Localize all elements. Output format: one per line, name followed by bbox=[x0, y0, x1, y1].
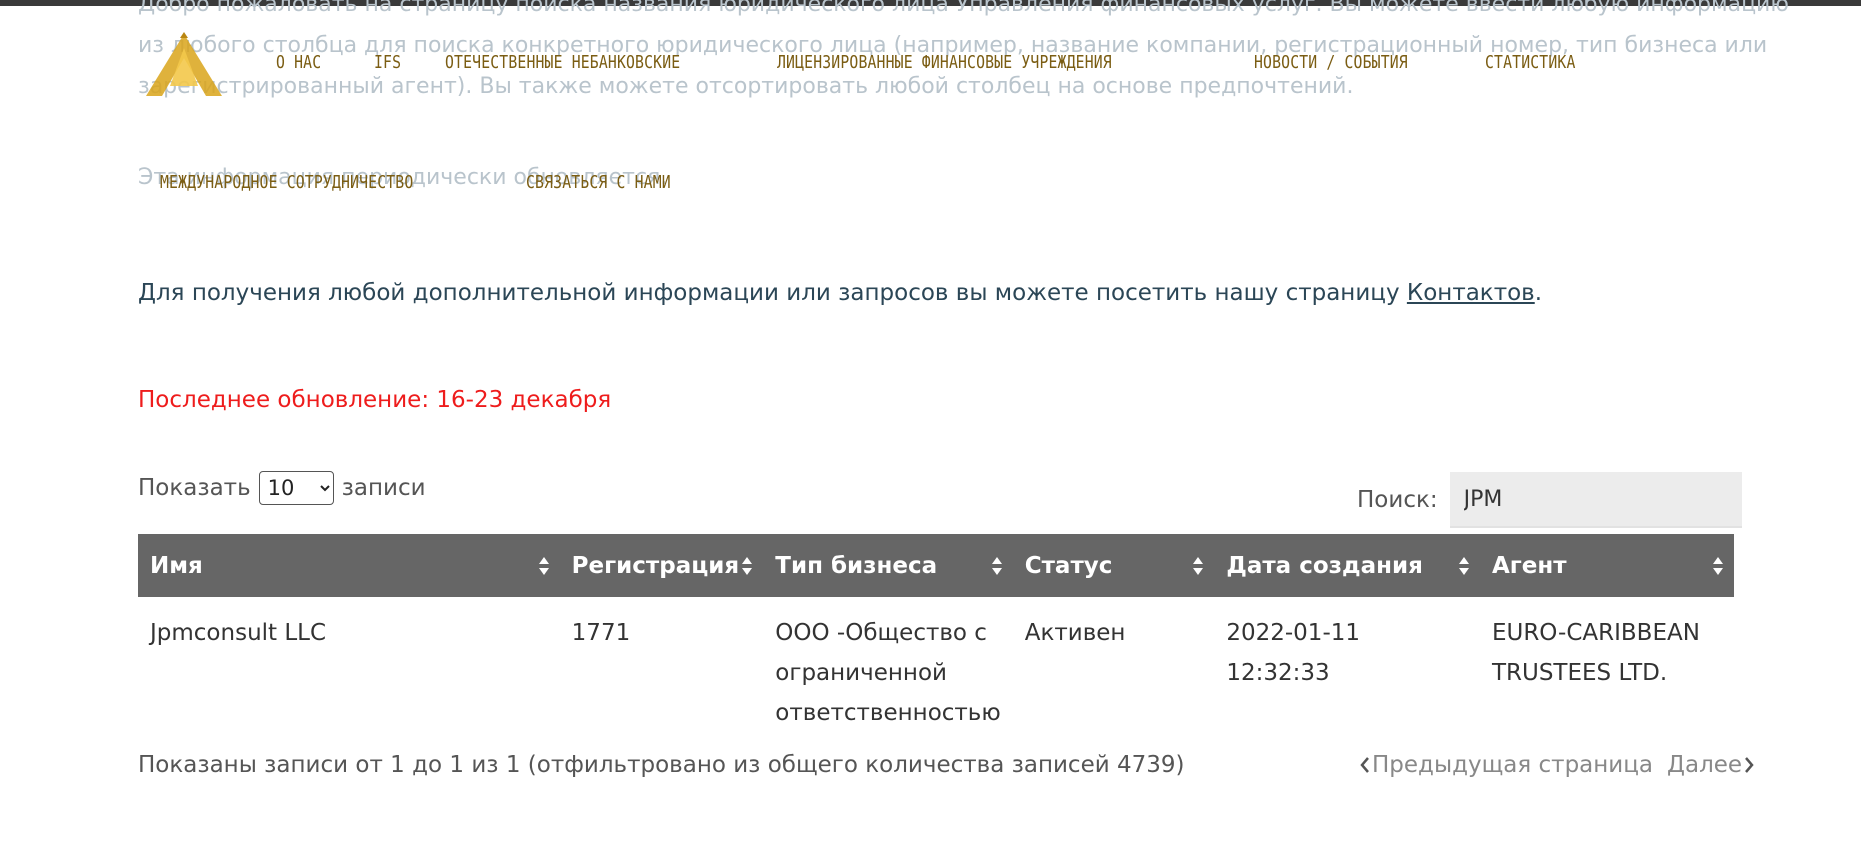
search-control: Поиск: bbox=[1357, 472, 1742, 528]
nav-contact[interactable]: СВЯЗАТЬСЯ С НАМИ bbox=[526, 172, 671, 193]
column-header-agent[interactable]: Агент bbox=[1479, 534, 1734, 597]
previous-page-button[interactable]: Предыдущая страница bbox=[1372, 752, 1653, 778]
nav-statistics[interactable]: СТАТИСТИКА bbox=[1485, 52, 1576, 73]
table-header-row: Имя Регистрация Тип бизнеса Статус Дата … bbox=[138, 534, 1734, 597]
nav-licensed-institutions[interactable]: ЛИЦЕНЗИРОВАННЫЕ ФИНАНСОВЫЕ УЧРЕЖДЕНИЯ bbox=[777, 52, 1112, 73]
cell-registration: 1771 bbox=[571, 620, 631, 646]
search-label: Поиск: bbox=[1357, 487, 1438, 513]
next-page-button[interactable]: Далее bbox=[1667, 752, 1742, 778]
contact-info-line: Для получения любой дополнительной инфор… bbox=[138, 280, 1542, 306]
intro-line-1: Добро пожаловать на страницу поиска назв… bbox=[138, 0, 1789, 17]
contact-info-text: Для получения любой дополнительной инфор… bbox=[138, 280, 1407, 306]
entries-length-control: Показать 10 записи bbox=[138, 471, 426, 505]
column-header-agent-label: Агент bbox=[1491, 552, 1567, 579]
chevron-right-icon bbox=[1745, 757, 1754, 773]
nav-international[interactable]: МЕЖДУНАРОДНОЕ СОТРУДНИЧЕСТВО bbox=[160, 172, 413, 193]
column-header-name-label: Имя bbox=[150, 552, 203, 579]
entries-label: записи bbox=[341, 475, 426, 501]
entities-table: Имя Регистрация Тип бизнеса Статус Дата … bbox=[138, 534, 1734, 733]
pagination: Предыдущая страница Далее bbox=[1358, 752, 1756, 778]
column-header-created[interactable]: Дата создания bbox=[1214, 534, 1480, 597]
column-header-name[interactable]: Имя bbox=[138, 534, 560, 597]
column-header-created-label: Дата создания bbox=[1226, 552, 1423, 579]
cell-business-type: ООО -Общество с ограниченной ответственн… bbox=[775, 620, 1001, 726]
sort-icon bbox=[1458, 556, 1469, 575]
column-header-business-type-label: Тип бизнеса bbox=[775, 552, 938, 579]
nav-ifs[interactable]: IFS bbox=[374, 52, 401, 73]
cell-created: 2022-01-11 12:32:33 bbox=[1226, 620, 1361, 686]
nav-domestic-nonbank[interactable]: ОТЕЧЕСТВЕННЫЕ НЕБАНКОВСКИЕ bbox=[445, 52, 680, 73]
nav-about[interactable]: О НАС bbox=[276, 52, 321, 73]
nav-news-events[interactable]: НОВОСТИ / СОБЫТИЯ bbox=[1254, 52, 1408, 73]
contact-info-end: . bbox=[1534, 280, 1543, 306]
site-logo[interactable] bbox=[140, 30, 228, 100]
cell-status: Активен bbox=[1024, 620, 1126, 646]
chevron-left-icon bbox=[1360, 757, 1369, 773]
cell-name: Jpmconsult LLC bbox=[150, 620, 327, 646]
table-row[interactable]: Jpmconsult LLC 1771 ООО -Общество с огра… bbox=[138, 597, 1734, 733]
column-header-status-label: Статус bbox=[1024, 552, 1113, 579]
contacts-link[interactable]: Контактов bbox=[1407, 280, 1535, 306]
sort-icon bbox=[742, 556, 753, 575]
sort-icon bbox=[991, 556, 1002, 575]
table-info: Показаны записи от 1 до 1 из 1 (отфильтр… bbox=[138, 752, 1185, 778]
entries-per-page-select[interactable]: 10 bbox=[258, 471, 334, 505]
last-updated: Последнее обновление: 16-23 декабря bbox=[138, 387, 612, 413]
column-header-registration[interactable]: Регистрация bbox=[559, 534, 764, 597]
sort-icon bbox=[1713, 556, 1723, 575]
intro-text: Добро пожаловать на страницу поиска назв… bbox=[138, 0, 1789, 198]
search-input[interactable] bbox=[1449, 472, 1742, 528]
sort-icon bbox=[538, 556, 549, 575]
cell-agent: EURO-CARIBBEAN TRUSTEES LTD. bbox=[1491, 620, 1700, 686]
column-header-business-type[interactable]: Тип бизнеса bbox=[763, 534, 1013, 597]
column-header-registration-label: Регистрация bbox=[571, 552, 740, 579]
sort-icon bbox=[1193, 556, 1204, 575]
show-label: Показать bbox=[138, 475, 251, 501]
column-header-status[interactable]: Статус bbox=[1012, 534, 1215, 597]
